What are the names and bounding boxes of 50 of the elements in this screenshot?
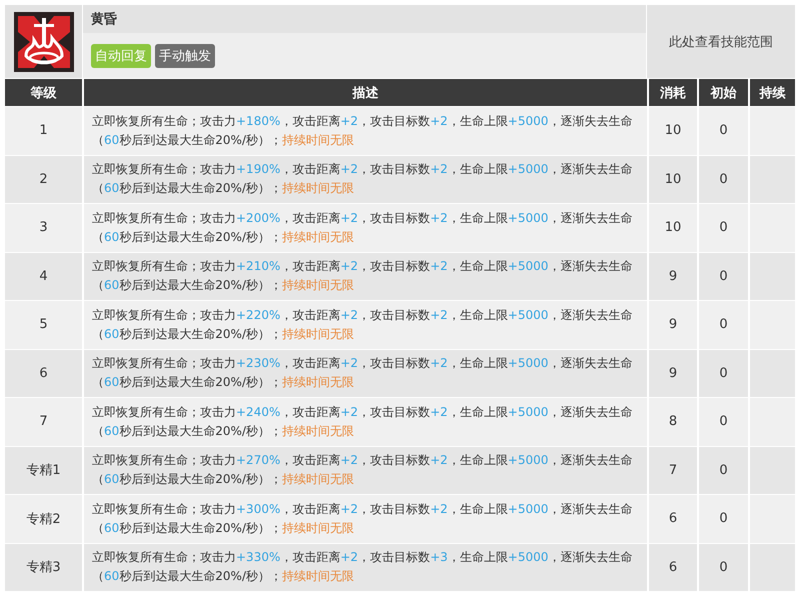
initial-cell: 0 [699,544,748,591]
column-header: 消耗 [649,79,697,106]
level-cell: 6 [5,350,82,397]
cost-cell: 6 [649,495,697,542]
initial-cell: 0 [699,107,748,154]
description-cell: 立即恢复所有生命；攻击力+240%，攻击距离+2，攻击目标数+2，生命上限+5000，逐渐失去生命（60秒后到达最大生命20%/秒）；持续时间无限 [84,398,647,446]
cost-cell: 7 [649,446,697,494]
initial-cell: 0 [699,495,748,542]
cost-cell: 6 [649,544,697,591]
description-cell: 立即恢复所有生命；攻击力+190%，攻击距离+2，攻击目标数+2，生命上限+5000，逐渐失去生命（60秒后到达最大生命20%/秒）；持续时间无限 [84,156,647,203]
column-header: 描述 [84,79,647,106]
initial-cell: 0 [699,204,748,252]
cost-cell: 9 [649,301,697,348]
column-header: 等级 [5,79,82,106]
cost-cell: 10 [649,156,697,203]
level-cell: 1 [5,107,82,154]
level-cell: 专精3 [5,544,82,591]
description-cell: 立即恢复所有生命；攻击力+180%，攻击距离+2，攻击目标数+2，生命上限+5000，逐渐失去生命（60秒后到达最大生命20%/秒）；持续时间无限 [84,107,647,154]
description-cell: 立即恢复所有生命；攻击力+230%，攻击距离+2，攻击目标数+2，生命上限+5000，逐渐失去生命（60秒后到达最大生命20%/秒）；持续时间无限 [84,350,647,397]
description-cell: 立即恢复所有生命；攻击力+220%，攻击距离+2，攻击目标数+2，生命上限+5000，逐渐失去生命（60秒后到达最大生命20%/秒）；持续时间无限 [84,301,647,348]
column-header: 持续 [750,79,795,106]
level-cell: 3 [5,204,82,252]
level-cell: 4 [5,252,82,300]
skill-icon [14,12,74,72]
level-cell: 7 [5,398,82,446]
description-cell: 立即恢复所有生命；攻击力+210%，攻击距离+2，攻击目标数+2，生命上限+5000，逐渐失去生命（60秒后到达最大生命20%/秒）；持续时间无限 [84,252,647,300]
cost-cell: 10 [649,107,697,154]
initial-cell: 0 [699,398,748,446]
description-cell: 立即恢复所有生命；攻击力+270%，攻击距离+2，攻击目标数+2，生命上限+5000，逐渐失去生命（60秒后到达最大生命20%/秒）；持续时间无限 [84,446,647,494]
skill-name: 黄昏 [83,5,646,33]
skill-tag: 自动回复 [91,44,151,68]
description-cell: 立即恢复所有生命；攻击力+200%，攻击距离+2，攻击目标数+2，生命上限+5000，逐渐失去生命（60秒后到达最大生命20%/秒）；持续时间无限 [84,204,647,252]
initial-cell: 0 [699,446,748,494]
level-cell: 专精1 [5,446,82,494]
cost-cell: 9 [649,252,697,300]
cost-cell: 8 [649,398,697,446]
level-cell: 5 [5,301,82,348]
description-cell: 立即恢复所有生命；攻击力+300%，攻击距离+2，攻击目标数+2，生命上限+5000，逐渐失去生命（60秒后到达最大生命20%/秒）；持续时间无限 [84,495,647,542]
initial-cell: 0 [699,301,748,348]
initial-cell: 0 [699,252,748,300]
initial-cell: 0 [699,350,748,397]
column-header: 初始 [699,79,748,106]
level-cell: 2 [5,156,82,203]
initial-cell: 0 [699,156,748,203]
skill-range-link[interactable]: 此处查看技能范围 [647,5,795,78]
cost-cell: 10 [649,204,697,252]
cost-cell: 9 [649,350,697,397]
level-cell: 专精2 [5,495,82,542]
description-cell: 立即恢复所有生命；攻击力+330%，攻击距离+2，攻击目标数+3，生命上限+5000，逐渐失去生命（60秒后到达最大生命20%/秒）；持续时间无限 [84,544,647,591]
skill-tag: 手动触发 [155,44,215,68]
